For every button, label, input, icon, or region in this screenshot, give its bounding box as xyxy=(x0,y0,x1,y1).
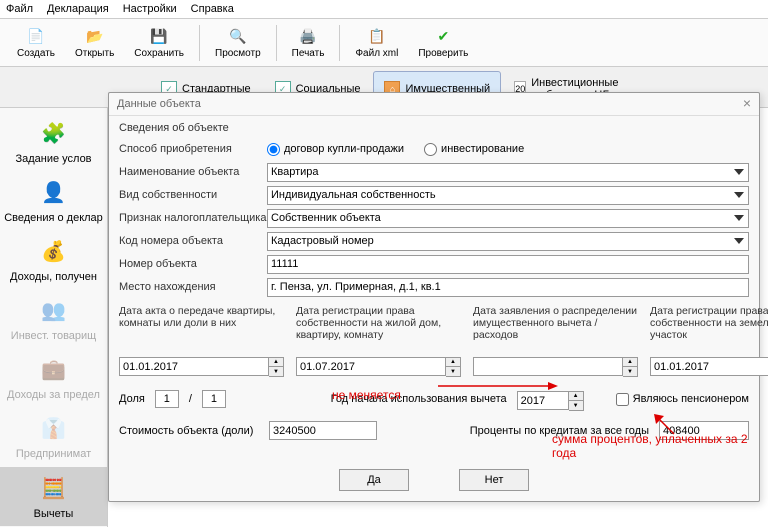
date-claim-spinner[interactable]: ▲▼ xyxy=(623,357,638,377)
code-type-label: Код номера объекта xyxy=(119,235,267,247)
date-reg-land-label: Дата регистрации права собственности на … xyxy=(650,305,768,353)
share-label: Доля xyxy=(119,393,145,405)
annotation-percent-sum: сумма процентов, уплаченных за 2 года xyxy=(552,432,768,461)
menu-settings[interactable]: Настройки xyxy=(123,3,177,15)
groupbox-title: Сведения об объекте xyxy=(119,120,749,136)
separator xyxy=(276,25,277,61)
share-num-input[interactable] xyxy=(155,390,179,408)
nav-conditions[interactable]: 🧩Задание услов xyxy=(0,112,107,171)
create-button[interactable]: 📄Создать xyxy=(8,23,64,62)
close-icon[interactable]: × xyxy=(743,98,751,110)
menu-file[interactable]: Файл xyxy=(6,3,33,15)
document-new-icon: 📄 xyxy=(26,26,46,46)
share-den-input[interactable] xyxy=(202,390,226,408)
acquisition-method-label: Способ приобретения xyxy=(119,143,267,155)
view-button[interactable]: 🔍Просмотр xyxy=(206,23,270,62)
check-button[interactable]: ✔Проверить xyxy=(409,23,477,62)
chevron-down-icon[interactable]: ▼ xyxy=(623,367,637,376)
date-act-input[interactable] xyxy=(119,357,269,376)
annotation-no-change: не меняется xyxy=(332,388,401,402)
year-spinner[interactable]: ▲▼ xyxy=(569,391,584,411)
nav-business[interactable]: 👔Предпринимат xyxy=(0,407,107,466)
year-start-input[interactable] xyxy=(517,391,569,410)
chevron-down-icon[interactable]: ▼ xyxy=(569,401,583,410)
date-claim-input[interactable] xyxy=(473,357,623,376)
date-act-label: Дата акта о передаче квартиры, комнаты и… xyxy=(119,305,284,353)
date-claim-label: Дата заявления о распределении имуществе… xyxy=(473,305,638,353)
date-act-spinner[interactable]: ▲▼ xyxy=(269,357,284,377)
nav-income[interactable]: 💰Доходы, получен xyxy=(0,230,107,289)
object-number-label: Номер объекта xyxy=(119,258,267,270)
preview-icon: 🔍 xyxy=(228,26,248,46)
chevron-down-icon[interactable]: ▼ xyxy=(269,367,283,376)
menubar: Файл Декларация Настройки Справка xyxy=(0,0,768,19)
date-reg-home-spinner[interactable]: ▲▼ xyxy=(446,357,461,377)
date-reg-home-input[interactable] xyxy=(296,357,446,376)
xml-file-icon: 📋 xyxy=(367,26,387,46)
bag-icon: 💼 xyxy=(38,354,70,386)
separator xyxy=(199,25,200,61)
radio-purchase[interactable]: договор купли-продажи xyxy=(267,143,404,156)
menu-declaration[interactable]: Декларация xyxy=(47,3,109,15)
dialog-titlebar: Данные объекта × xyxy=(109,93,759,116)
object-name-label: Наименование объекта xyxy=(119,166,267,178)
print-icon: 🖨️ xyxy=(298,26,318,46)
conditions-icon: 🧩 xyxy=(38,118,70,150)
chevron-up-icon[interactable]: ▲ xyxy=(623,358,637,367)
taxpayer-select[interactable]: Собственник объекта xyxy=(267,209,749,228)
person-icon: 👤 xyxy=(38,177,70,209)
cost-input[interactable] xyxy=(269,421,377,440)
date-reg-home-label: Дата регистрации права собственности на … xyxy=(296,305,461,353)
ownership-type-select[interactable]: Индивидуальная собственность xyxy=(267,186,749,205)
nav-invest-partner[interactable]: 👥Инвест. товарищ xyxy=(0,289,107,348)
location-input[interactable] xyxy=(267,278,749,297)
code-type-select[interactable]: Кадастровый номер xyxy=(267,232,749,251)
location-label: Место нахождения xyxy=(119,281,267,293)
print-button[interactable]: 🖨️Печать xyxy=(283,23,334,62)
cancel-button[interactable]: Нет xyxy=(459,469,529,491)
open-button[interactable]: 📂Открыть xyxy=(66,23,123,62)
pensioner-checkbox[interactable]: Являюсь пенсионером xyxy=(616,393,749,406)
menu-help[interactable]: Справка xyxy=(191,3,234,15)
chevron-up-icon[interactable]: ▲ xyxy=(269,358,283,367)
radio-investment[interactable]: инвестирование xyxy=(424,143,524,156)
xml-button[interactable]: 📋Файл xml xyxy=(346,23,407,62)
object-number-input[interactable] xyxy=(267,255,749,274)
coins-icon: 💰 xyxy=(38,236,70,268)
save-icon: 💾 xyxy=(149,26,169,46)
dialog-title: Данные объекта xyxy=(117,98,201,110)
cost-label: Стоимость объекта (доли) xyxy=(119,425,259,437)
folder-open-icon: 📂 xyxy=(85,26,105,46)
chevron-down-icon[interactable]: ▼ xyxy=(446,367,460,376)
ok-button[interactable]: Да xyxy=(339,469,409,491)
toolbar: 📄Создать 📂Открыть 💾Сохранить 🔍Просмотр 🖨… xyxy=(0,19,768,67)
save-button[interactable]: 💾Сохранить xyxy=(125,23,193,62)
nav-deductions[interactable]: 🧮Вычеты xyxy=(0,467,107,526)
chevron-up-icon[interactable]: ▲ xyxy=(569,392,583,401)
deductions-icon: 🧮 xyxy=(38,473,70,505)
taxpayer-label: Признак налогоплательщика xyxy=(119,212,267,224)
separator xyxy=(339,25,340,61)
nav-foreign-income[interactable]: 💼Доходы за предел xyxy=(0,348,107,407)
side-nav: 🧩Задание услов 👤Сведения о деклар 💰Доход… xyxy=(0,108,108,527)
nav-declarant-info[interactable]: 👤Сведения о деклар xyxy=(0,171,107,230)
ownership-type-label: Вид собственности xyxy=(119,189,267,201)
chevron-up-icon[interactable]: ▲ xyxy=(446,358,460,367)
date-reg-land-input[interactable] xyxy=(650,357,768,376)
object-name-select[interactable]: Квартира xyxy=(267,163,749,182)
partner-icon: 👥 xyxy=(38,295,70,327)
check-icon: ✔ xyxy=(433,26,453,46)
business-icon: 👔 xyxy=(38,413,70,445)
